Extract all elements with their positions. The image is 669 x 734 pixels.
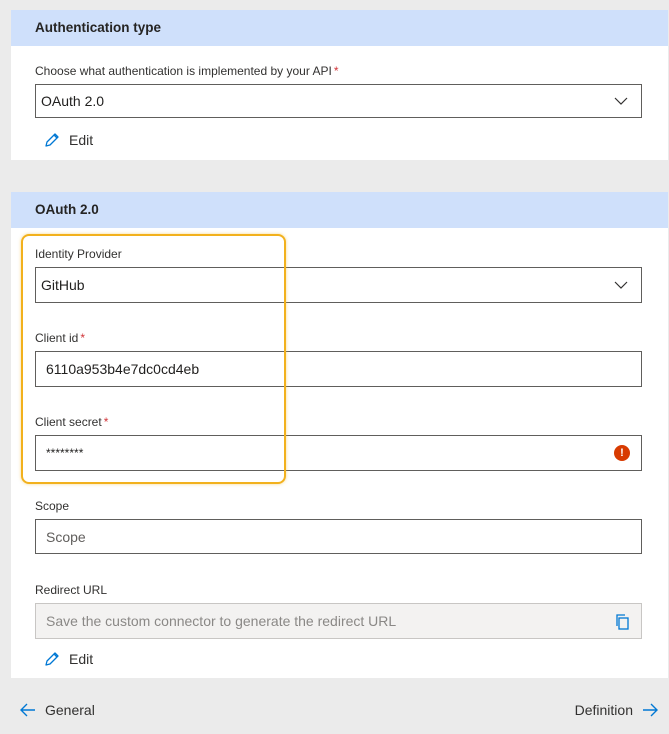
- chevron-down-icon: [614, 281, 628, 289]
- redirect-url-value: Save the custom connector to generate th…: [46, 613, 397, 629]
- previous-label: General: [45, 702, 95, 718]
- highlight-box: [21, 234, 286, 484]
- next-label: Definition: [574, 702, 633, 718]
- chevron-down-icon: [614, 97, 628, 105]
- auth-type-label: Choose what authentication is implemente…: [35, 64, 339, 78]
- redirect-url-field: Save the custom connector to generate th…: [35, 603, 642, 639]
- oauth-edit-button[interactable]: Edit: [43, 650, 93, 668]
- redirect-url-label: Redirect URL: [35, 583, 108, 597]
- error-icon: !: [614, 445, 630, 461]
- scope-input[interactable]: Scope: [35, 519, 642, 554]
- copy-icon[interactable]: [614, 613, 632, 631]
- auth-edit-button[interactable]: Edit: [43, 131, 93, 149]
- auth-type-dropdown[interactable]: OAuth 2.0: [35, 84, 642, 118]
- auth-type-header: Authentication type: [11, 10, 668, 46]
- next-definition-button[interactable]: Definition: [575, 701, 659, 719]
- arrow-left-icon: [20, 703, 35, 717]
- auth-type-card: Authentication type Choose what authenti…: [11, 10, 668, 160]
- previous-general-button[interactable]: General: [19, 701, 95, 719]
- scope-placeholder: Scope: [46, 528, 86, 545]
- auth-edit-label: Edit: [69, 132, 94, 148]
- oauth-edit-label: Edit: [69, 651, 94, 667]
- pencil-icon: [45, 133, 59, 147]
- auth-type-label-text: Choose what authentication is implemente…: [35, 64, 332, 78]
- required-mark: *: [333, 64, 339, 78]
- oauth-header: OAuth 2.0: [11, 192, 668, 228]
- arrow-right-icon: [643, 703, 658, 717]
- pencil-icon: [45, 652, 59, 666]
- auth-type-selected: OAuth 2.0: [41, 93, 105, 109]
- scope-label: Scope: [35, 499, 70, 513]
